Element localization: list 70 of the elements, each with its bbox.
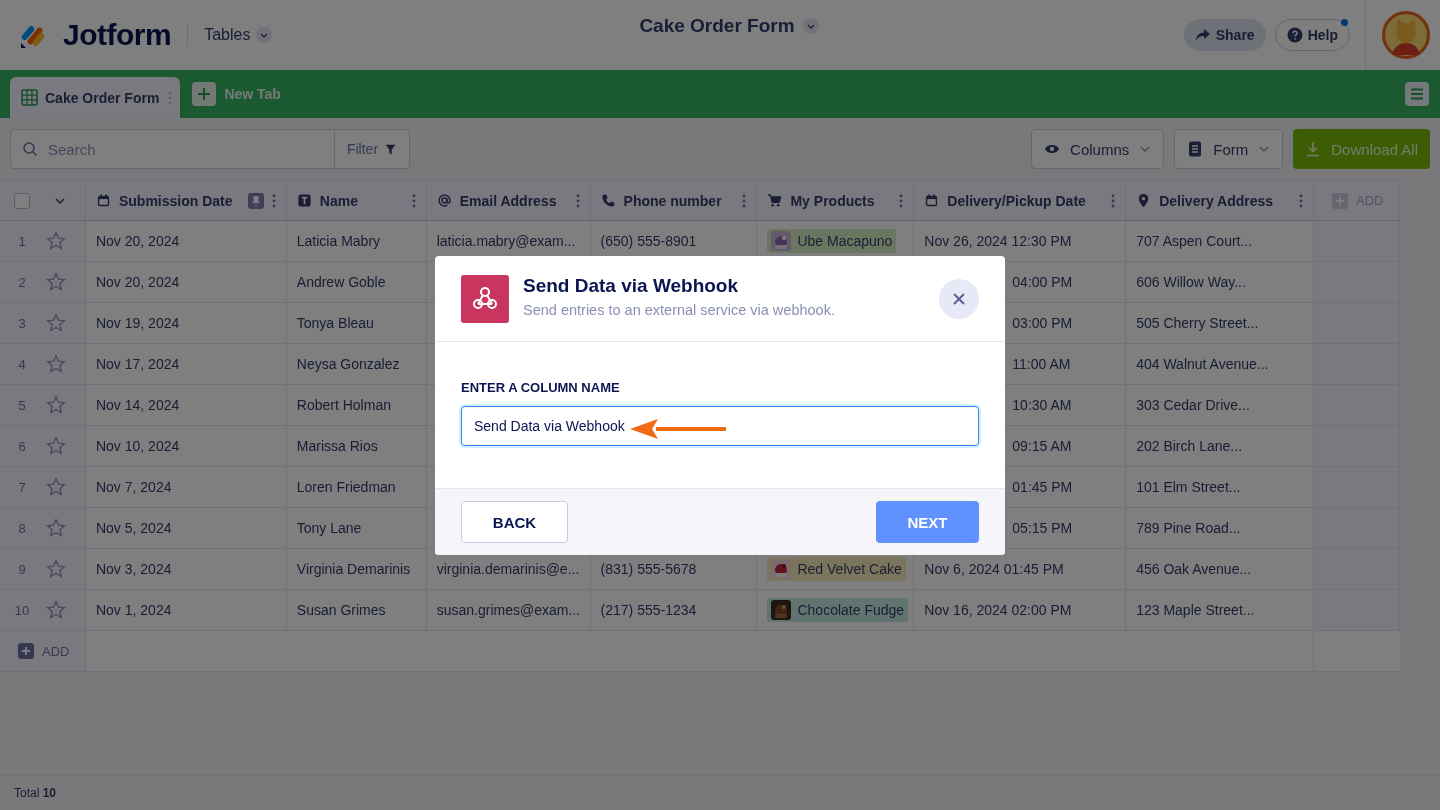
table-cell: Nov 1, 2024 (95, 602, 172, 618)
dialog-subtitle: Send entries to an external service via webhook. (523, 302, 836, 318)
table-cell: Susan Grimes (296, 602, 386, 618)
table-cell: susan.grimes@exam... (436, 602, 581, 618)
table-cell: (831) 555-5678 (600, 561, 697, 577)
row-number: 2 (17, 274, 27, 290)
table-cell: Nov 20, 2024 (95, 233, 180, 249)
table-cell: laticia.mabry@exam... (436, 233, 576, 249)
table-cell: Virginia Demarinis (296, 561, 411, 577)
table-cell: Robert Holman (296, 397, 391, 413)
table-cell: Marissa Rios (296, 438, 378, 454)
table-cell: Nov 26, 2024 12:30 PM (924, 233, 1072, 249)
table-cell: 123 Maple Street... (1136, 602, 1255, 618)
table-cell: Nov 7, 2024 (95, 479, 172, 495)
table-cell: 202 Birch Lane... (1136, 438, 1243, 454)
table-cell-text: 03:00 PM (1011, 315, 1073, 331)
column-title: My Products (790, 192, 876, 209)
row-number: 10 (14, 602, 30, 618)
table-cell: Tonya Bleau (296, 315, 374, 331)
table-cell-text: 04:00 PM (1011, 274, 1073, 290)
table-cell: Nov 16, 2024 02:00 PM (924, 602, 1072, 618)
product-name: Chocolate Fudge (797, 602, 905, 618)
row-number: 8 (17, 520, 27, 536)
total-count: Total 10 (14, 786, 57, 800)
column-title: Submission Date (118, 192, 234, 209)
row-number: 7 (17, 479, 27, 495)
column-title: Email Address (459, 192, 558, 209)
table-cell: Laticia Mabry (296, 233, 381, 249)
row-number: 9 (17, 561, 27, 577)
table-cell: 707 Aspen Court... (1136, 233, 1253, 249)
table-cell: Loren Friedman (296, 479, 396, 495)
row-number: 5 (17, 397, 27, 413)
table-cell: Andrew Goble (296, 274, 386, 290)
table-cell: Nov 5, 2024 (95, 520, 172, 536)
row-number: 1 (17, 233, 27, 249)
table-cell: 505 Cherry Street... (1136, 315, 1259, 331)
table-cell: 789 Pine Road... (1136, 520, 1241, 536)
table-cell: (650) 555-8901 (600, 233, 697, 249)
logo-text: Jotform (63, 18, 172, 52)
row-number: 3 (17, 315, 27, 331)
table-cell: Nov 19, 2024 (95, 315, 180, 331)
dialog-title: Send Data via Webhook (523, 275, 740, 297)
table-cell: 456 Oak Avenue... (1136, 561, 1252, 577)
column-title: Name (319, 192, 359, 209)
product-name: Red Velvet Cake (797, 561, 902, 577)
table-cell-text: 09:15 AM (1011, 438, 1072, 454)
table-cell-text: 10:30 AM (1011, 397, 1072, 413)
table-cell: Nov 20, 2024 (95, 274, 180, 290)
table-cell: (217) 555-1234 (600, 602, 697, 618)
table-cell: Nov 17, 2024 (95, 356, 180, 372)
table-cell: Nov 3, 2024 (95, 561, 172, 577)
table-cell: Nov 6, 2024 01:45 PM (924, 561, 1064, 577)
table-cell: Nov 14, 2024 (95, 397, 180, 413)
field-label: ENTER A COLUMN NAME (461, 380, 621, 395)
product-name: Ube Macapuno (797, 233, 893, 249)
table-cell: 606 Willow Way... (1136, 274, 1246, 290)
table-cell-text: 11:00 AM (1011, 356, 1071, 372)
table-cell-text: 01:45 PM (1011, 479, 1073, 495)
table-cell: 404 Walnut Avenue... (1136, 356, 1269, 372)
table-cell: 303 Cedar Drive... (1136, 397, 1250, 413)
table-cell: Nov 10, 2024 (95, 438, 180, 454)
column-title: Delivery Address (1159, 192, 1275, 209)
table-cell: virginia.demarinis@e... (436, 561, 580, 577)
table-cell: 101 Elm Street... (1136, 479, 1241, 495)
row-number: 6 (17, 438, 27, 454)
row-number: 4 (17, 356, 27, 372)
table-cell: Tony Lane (296, 520, 362, 536)
column-title: Phone number (623, 192, 723, 209)
table-cell: Neysa Gonzalez (296, 356, 400, 372)
column-title: Delivery/Pickup Date (947, 192, 1087, 209)
